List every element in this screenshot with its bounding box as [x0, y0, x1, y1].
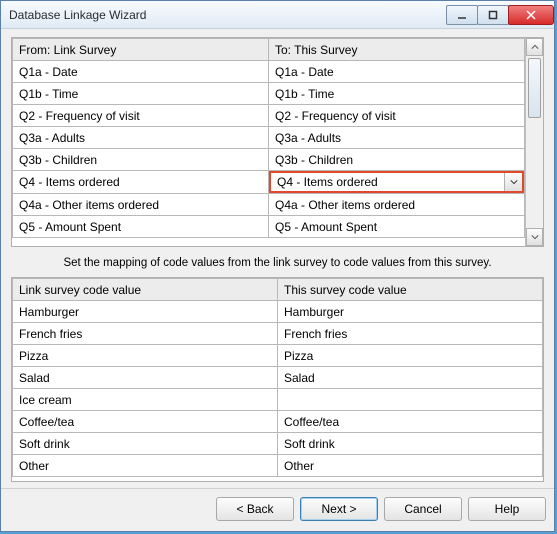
cell-this[interactable]: French fries: [278, 323, 543, 345]
scroll-up-icon[interactable]: [526, 38, 543, 56]
vertical-scrollbar[interactable]: [525, 38, 543, 246]
cell-to[interactable]: Q3b - Children: [269, 149, 525, 171]
cancel-button[interactable]: Cancel: [384, 497, 462, 521]
header-link-value: Link survey code value: [13, 279, 278, 301]
header-from: From: Link Survey: [13, 39, 269, 61]
header-this-value: This survey code value: [278, 279, 543, 301]
cell-to[interactable]: Q1b - Time: [269, 83, 525, 105]
scroll-thumb[interactable]: [528, 58, 541, 118]
cell-to[interactable]: Q3a - Adults: [269, 127, 525, 149]
cell-this[interactable]: Salad: [278, 367, 543, 389]
cell-this[interactable]: [278, 389, 543, 411]
cell-link[interactable]: Hamburger: [13, 301, 278, 323]
cell-link[interactable]: French fries: [13, 323, 278, 345]
scroll-down-icon[interactable]: [526, 228, 543, 246]
cell-to[interactable]: Q4a - Other items ordered: [269, 194, 525, 216]
back-button[interactable]: < Back: [216, 497, 294, 521]
code-mapping-panel: Link survey code value This survey code …: [11, 277, 544, 482]
cell-link[interactable]: Ice cream: [13, 389, 278, 411]
cell-from[interactable]: Q4 - Items ordered: [13, 172, 268, 192]
cell-to[interactable]: Q1a - Date: [269, 61, 525, 83]
next-button[interactable]: Next >: [300, 497, 378, 521]
titlebar: Database Linkage Wizard: [1, 1, 554, 29]
dropdown-value: Q4 - Items ordered: [271, 175, 504, 189]
cell-link[interactable]: Pizza: [13, 345, 278, 367]
cell-from[interactable]: Q1b - Time: [13, 83, 269, 105]
cell-link[interactable]: Coffee/tea: [13, 411, 278, 433]
cell-this[interactable]: Hamburger: [278, 301, 543, 323]
help-button[interactable]: Help: [468, 497, 546, 521]
maximize-button[interactable]: [477, 5, 509, 25]
wizard-window: Database Linkage Wizard From: Link Surve…: [0, 0, 555, 532]
cell-this[interactable]: Soft drink: [278, 433, 543, 455]
scroll-track[interactable]: [526, 120, 543, 228]
close-button[interactable]: [508, 5, 554, 25]
cell-to[interactable]: Q5 - Amount Spent: [269, 216, 525, 238]
field-mapping-grid[interactable]: From: Link Survey To: This Survey Q1a - …: [12, 38, 525, 246]
field-mapping-panel: From: Link Survey To: This Survey Q1a - …: [11, 37, 544, 247]
cell-this[interactable]: Pizza: [278, 345, 543, 367]
code-mapping-grid[interactable]: Link survey code value This survey code …: [12, 278, 543, 477]
cell-to[interactable]: Q2 - Frequency of visit: [269, 105, 525, 127]
wizard-footer: < Back Next > Cancel Help: [1, 488, 554, 531]
to-field-dropdown[interactable]: Q4 - Items ordered: [269, 171, 524, 193]
cell-from[interactable]: Q3b - Children: [13, 149, 269, 171]
cell-from[interactable]: Q5 - Amount Spent: [13, 216, 269, 238]
window-title: Database Linkage Wizard: [9, 8, 146, 22]
cell-link[interactable]: Other: [13, 455, 278, 477]
header-to: To: This Survey: [269, 39, 525, 61]
window-controls: [447, 5, 554, 25]
cell-this[interactable]: Coffee/tea: [278, 411, 543, 433]
cell-link[interactable]: Salad: [13, 367, 278, 389]
cell-from[interactable]: Q2 - Frequency of visit: [13, 105, 269, 127]
chevron-down-icon: [504, 173, 522, 191]
cell-from[interactable]: Q3a - Adults: [13, 127, 269, 149]
cell-this[interactable]: Other: [278, 455, 543, 477]
wizard-body: From: Link Survey To: This Survey Q1a - …: [1, 29, 554, 488]
cell-from[interactable]: Q1a - Date: [13, 61, 269, 83]
cell-link[interactable]: Soft drink: [13, 433, 278, 455]
cell-from[interactable]: Q4a - Other items ordered: [13, 194, 269, 216]
mapping-instruction: Set the mapping of code values from the …: [11, 253, 544, 271]
minimize-button[interactable]: [446, 5, 478, 25]
